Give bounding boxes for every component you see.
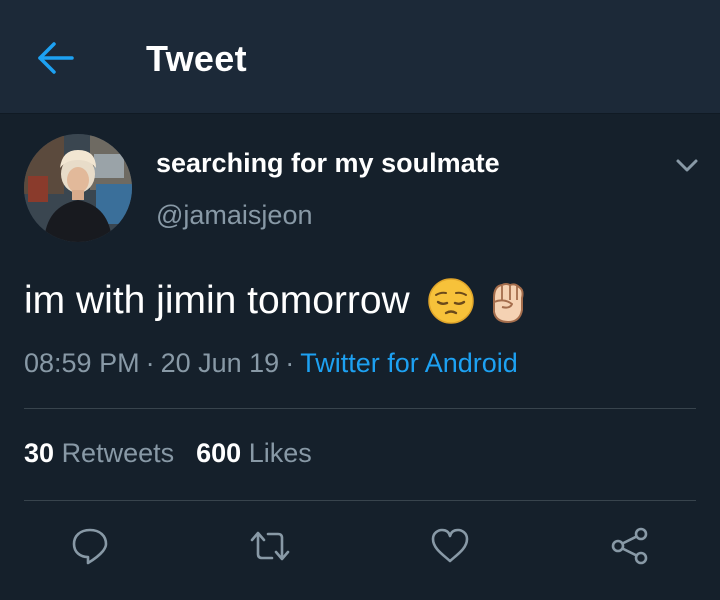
avatar[interactable] [24,134,132,242]
reply-button[interactable] [68,524,112,568]
retweets-label: Retweets [61,438,175,468]
page-title: Tweet [146,38,247,79]
likes-stat[interactable]: 600 Likes [196,438,312,468]
top-app-bar: Tweet [0,0,720,114]
tweet-date: 20 Jun 19 [160,348,280,378]
arrow-left-icon [38,42,74,74]
tweet-metadata: 08:59 PM · 20 Jun 19 · Twitter for Android [24,348,518,379]
likes-label: Likes [248,438,312,468]
like-icon [431,528,469,563]
raised-fist-icon [492,283,524,324]
retweet-button[interactable] [248,524,292,568]
tweet-body: im with jimin tomorrow [24,276,532,326]
tweet-menu-button[interactable] [672,152,702,178]
likes-count: 600 [196,438,242,468]
separator-dot: · [145,348,155,378]
chevron-down-icon [676,159,698,172]
avatar-photo [24,134,132,242]
back-button[interactable] [34,38,78,78]
reply-icon [72,528,108,565]
retweets-stat[interactable]: 30 Retweets [24,438,174,468]
retweets-count: 30 [24,438,55,468]
tweet-text: im with jimin tomorrow [24,279,410,322]
retweet-icon [250,531,290,561]
like-button[interactable] [428,524,472,568]
divider [24,500,696,501]
divider [24,408,696,409]
tweet-source-link[interactable]: Twitter for Android [300,348,518,378]
tweet-stats: 30 Retweets 600 Likes [24,438,312,469]
pensive-face-icon [427,278,474,324]
share-icon [611,527,648,565]
separator-dot: · [285,348,295,378]
author-handle[interactable]: @jamaisjeon [156,200,312,231]
tweet-time: 08:59 PM [24,348,140,378]
author-display-name[interactable]: searching for my soulmate [156,148,500,179]
share-button[interactable] [608,524,652,568]
